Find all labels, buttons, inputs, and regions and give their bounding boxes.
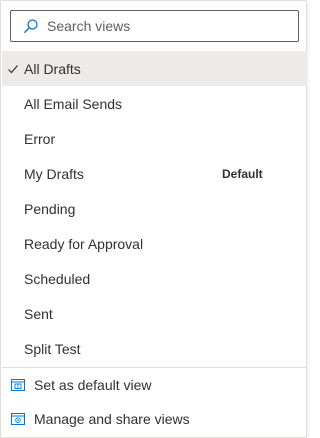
views-list: All Drafts All Email Sends Error My Draf…: [2, 51, 307, 366]
set-default-view-icon: [10, 377, 26, 393]
manage-views-icon: [10, 411, 26, 427]
view-item-label: Sent: [24, 305, 53, 322]
view-item-label: Pending: [24, 200, 76, 217]
view-item-label: My Drafts: [24, 165, 84, 182]
view-item-label: Split Test: [24, 340, 81, 357]
search-icon: [17, 11, 45, 41]
view-item-label: Error: [24, 130, 56, 147]
view-item-my-drafts[interactable]: My Drafts Default: [2, 156, 307, 191]
action-label: Set as default view: [34, 377, 152, 393]
view-selector-dropdown: All Drafts All Email Sends Error My Draf…: [0, 0, 307, 438]
view-actions: Set as default view Manage and share vie…: [2, 368, 307, 436]
view-item-sent[interactable]: Sent: [2, 296, 307, 331]
default-badge: Default: [222, 166, 263, 181]
view-item-scheduled[interactable]: Scheduled: [2, 261, 307, 296]
view-item-all-email-sends[interactable]: All Email Sends: [2, 86, 307, 121]
view-item-error[interactable]: Error: [2, 121, 307, 156]
view-item-pending[interactable]: Pending: [2, 191, 307, 226]
action-label: Manage and share views: [34, 411, 190, 427]
view-item-label: Ready for Approval: [24, 235, 144, 252]
view-item-label: Scheduled: [24, 270, 91, 287]
view-item-label: All Drafts: [24, 60, 81, 77]
checkmark-icon: [7, 51, 19, 86]
manage-share-views-button[interactable]: Manage and share views: [2, 402, 307, 436]
set-default-view-button[interactable]: Set as default view: [2, 368, 307, 402]
view-item-split-test[interactable]: Split Test: [2, 331, 307, 366]
view-item-label: All Email Sends: [24, 95, 123, 112]
search-container: [10, 10, 299, 42]
view-item-ready-for-approval[interactable]: Ready for Approval: [2, 226, 307, 261]
view-item-all-drafts[interactable]: All Drafts: [2, 51, 307, 86]
search-input[interactable]: [45, 12, 298, 40]
search-box[interactable]: [10, 10, 299, 42]
